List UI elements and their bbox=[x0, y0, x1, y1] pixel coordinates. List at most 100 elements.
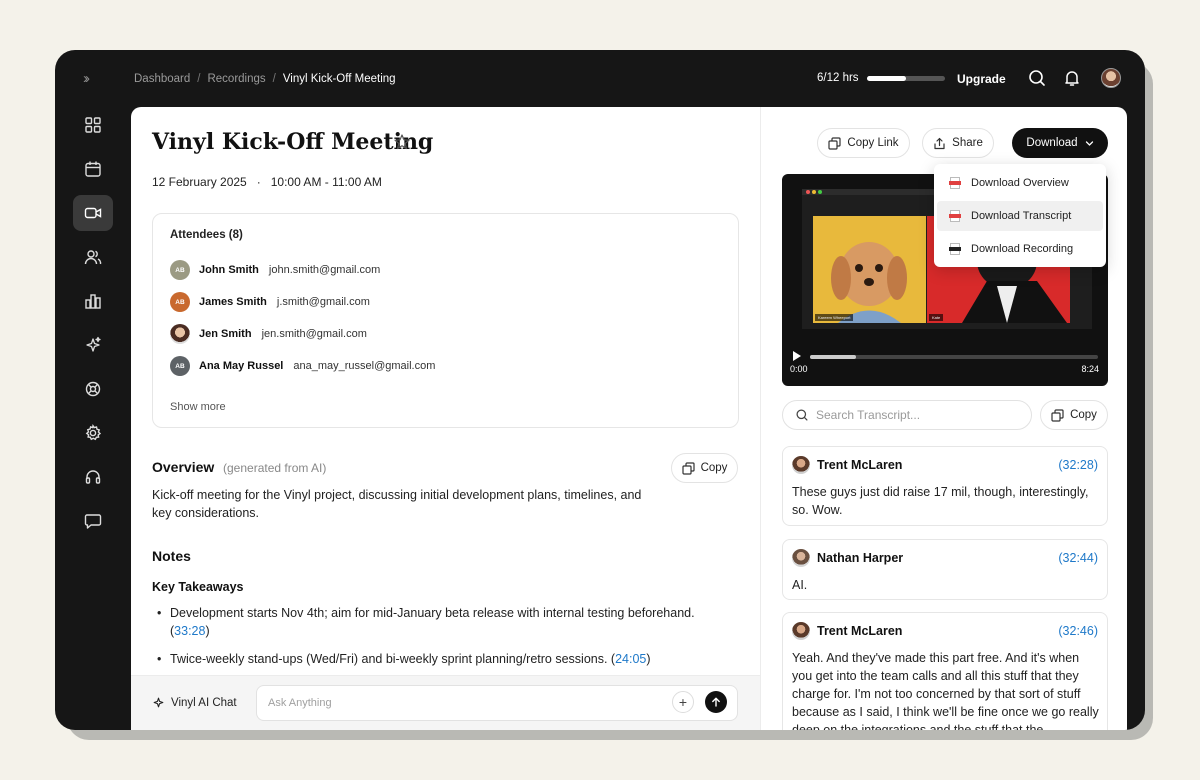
video-tile-dog: Kareem Wheeport bbox=[813, 216, 926, 323]
datetime-separator: · bbox=[256, 175, 261, 189]
bell-icon[interactable] bbox=[1062, 68, 1082, 88]
attendee-row: AB Ana May Russel ana_may_russel@gmail.c… bbox=[170, 355, 435, 377]
transcript-copy-button[interactable]: Copy bbox=[1040, 400, 1108, 430]
download-transcript-label: Download Transcript bbox=[971, 210, 1072, 222]
attendee-name: Ana May Russel bbox=[199, 360, 284, 372]
video-progress-bar[interactable] bbox=[810, 355, 1098, 359]
upgrade-button[interactable]: Upgrade bbox=[957, 72, 1006, 86]
participant-label: Kareem Wheeport bbox=[815, 314, 854, 321]
play-icon[interactable] bbox=[792, 350, 802, 362]
transcript-text: These guys just did raise 17 mil, though… bbox=[792, 485, 1089, 517]
meeting-datetime: 12 February 2025 · 10:00 AM - 11:00 AM bbox=[152, 175, 382, 189]
transcript-timestamp[interactable]: (32:44) bbox=[1058, 551, 1098, 565]
overview-text: Kick-off meeting for the Vinyl project, … bbox=[152, 488, 642, 520]
speaker-avatar bbox=[792, 622, 810, 640]
meeting-date: 12 February 2025 bbox=[152, 175, 247, 189]
meeting-details-panel: Vinyl Kick-Off Meeting 12 February 2025 … bbox=[131, 107, 760, 730]
meeting-time: 10:00 AM - 11:00 AM bbox=[270, 175, 382, 189]
settings-icon[interactable] bbox=[73, 415, 113, 451]
expand-sidebar-icon[interactable]: ›› bbox=[83, 70, 90, 87]
video-current-time: 0:00 bbox=[790, 364, 808, 374]
takeaway-text: Development starts Nov 4th; aim for mid-… bbox=[170, 606, 695, 620]
overview-copy-button[interactable]: Copy bbox=[671, 453, 738, 483]
usage-meter: 6/12 hrs bbox=[817, 72, 945, 84]
download-dropdown: Download Overview Download Transcript Do… bbox=[934, 164, 1106, 267]
copy-link-button[interactable]: Copy Link bbox=[817, 128, 910, 158]
window-dot-yellow bbox=[812, 190, 816, 194]
copy-icon bbox=[681, 461, 695, 475]
breadcrumb-recordings[interactable]: Recordings bbox=[207, 73, 265, 85]
download-overview-item[interactable]: Download Overview bbox=[937, 168, 1103, 198]
video-progress-fill bbox=[810, 355, 857, 359]
speaker-header: Trent McLaren bbox=[792, 456, 902, 474]
download-overview-label: Download Overview bbox=[971, 177, 1069, 189]
speaker-avatar bbox=[792, 456, 810, 474]
speaker-header: Trent McLaren bbox=[792, 622, 902, 640]
copy-label: Copy bbox=[1070, 409, 1097, 421]
arrow-up-icon bbox=[712, 697, 720, 707]
attendee-email[interactable]: jen.smith@gmail.com bbox=[262, 328, 367, 340]
attendee-avatar: AB bbox=[170, 292, 190, 312]
integration-icon[interactable] bbox=[73, 371, 113, 407]
hours-progress-bar bbox=[866, 75, 945, 81]
dog-image bbox=[831, 242, 907, 323]
search-icon bbox=[796, 409, 808, 421]
download-recording-label: Download Recording bbox=[971, 243, 1074, 255]
sparkles-icon[interactable] bbox=[73, 327, 113, 363]
star-icon[interactable] bbox=[393, 133, 411, 151]
transcript-timestamp[interactable]: (32:46) bbox=[1058, 624, 1098, 638]
breadcrumb-dashboard[interactable]: Dashboard bbox=[134, 73, 190, 85]
speaker-name: Trent McLaren bbox=[817, 624, 903, 638]
breadcrumb-separator: / bbox=[272, 73, 276, 85]
users-icon[interactable] bbox=[73, 239, 113, 275]
video-icon[interactable] bbox=[73, 195, 113, 231]
plus-icon: + bbox=[678, 694, 688, 710]
download-recording-item[interactable]: Download Recording bbox=[937, 234, 1103, 264]
window-dot-green bbox=[818, 190, 822, 194]
recording-panel: Copy Link Share Download Kareem Wheeport… bbox=[761, 107, 1127, 730]
takeaway-timestamp[interactable]: 24:05 bbox=[615, 652, 646, 666]
transcript-text: Yeah. And they've made this part free. A… bbox=[792, 651, 1099, 730]
participant-label: Kate bbox=[929, 314, 944, 321]
attendees-card: Attendees (8) AB John Smith john.smith@g… bbox=[152, 213, 739, 428]
download-transcript-item[interactable]: Download Transcript bbox=[937, 201, 1103, 231]
attendee-email[interactable]: ana_may_russel@gmail.com bbox=[293, 360, 435, 372]
attendee-name: John Smith bbox=[199, 264, 259, 276]
ai-chat-title: Vinyl AI Chat bbox=[171, 696, 237, 709]
main-panel: Vinyl Kick-Off Meeting 12 February 2025 … bbox=[131, 107, 1127, 730]
transcript-timestamp[interactable]: (32:28) bbox=[1058, 458, 1098, 472]
share-button[interactable]: Share bbox=[922, 128, 994, 158]
show-more-link[interactable]: Show more bbox=[170, 401, 226, 413]
bullet-dot: • bbox=[157, 652, 162, 666]
transcript-entry: Nathan Harper (32:44) AI. bbox=[782, 539, 1108, 600]
transcript-entry: Trent McLaren (32:46) Yeah. And they've … bbox=[782, 612, 1108, 730]
share-label: Share bbox=[952, 137, 983, 149]
headset-icon[interactable] bbox=[73, 459, 113, 495]
breadcrumb-separator: / bbox=[197, 73, 201, 85]
app-window: ›› Dashboard / Recordings / Vinyl Kick-O… bbox=[55, 50, 1145, 730]
takeaway-item: • Twice-weekly stand-ups (Wed/Fri) and b… bbox=[157, 652, 651, 666]
chart-icon[interactable] bbox=[73, 283, 113, 319]
window-dot-red bbox=[806, 190, 810, 194]
search-icon[interactable] bbox=[1027, 68, 1047, 88]
breadcrumb-current: Vinyl Kick-Off Meeting bbox=[282, 73, 396, 85]
chat-icon[interactable] bbox=[73, 503, 113, 539]
bullet-dot: • bbox=[157, 606, 162, 620]
ask-anything-input[interactable]: Ask Anything bbox=[256, 685, 738, 721]
search-transcript-input[interactable]: Search Transcript... bbox=[782, 400, 1032, 430]
takeaway-item: • Development starts Nov 4th; aim for mi… bbox=[157, 606, 695, 638]
takeaway-timestamp[interactable]: 33:28 bbox=[174, 624, 205, 638]
download-button[interactable]: Download bbox=[1012, 128, 1108, 158]
send-button[interactable] bbox=[705, 691, 727, 713]
attendee-avatar bbox=[170, 324, 190, 344]
attendee-email[interactable]: john.smith@gmail.com bbox=[269, 264, 380, 276]
user-avatar[interactable] bbox=[1101, 68, 1121, 88]
calendar-icon[interactable] bbox=[73, 151, 113, 187]
hours-progress-fill bbox=[866, 75, 906, 81]
page-title: Vinyl Kick-Off Meeting bbox=[152, 129, 434, 155]
add-attachment-button[interactable]: + bbox=[672, 691, 694, 713]
attendee-email[interactable]: j.smith@gmail.com bbox=[277, 296, 370, 308]
share-icon bbox=[934, 137, 945, 149]
grid-icon[interactable] bbox=[73, 107, 113, 143]
speaker-header: Nathan Harper bbox=[792, 549, 903, 567]
